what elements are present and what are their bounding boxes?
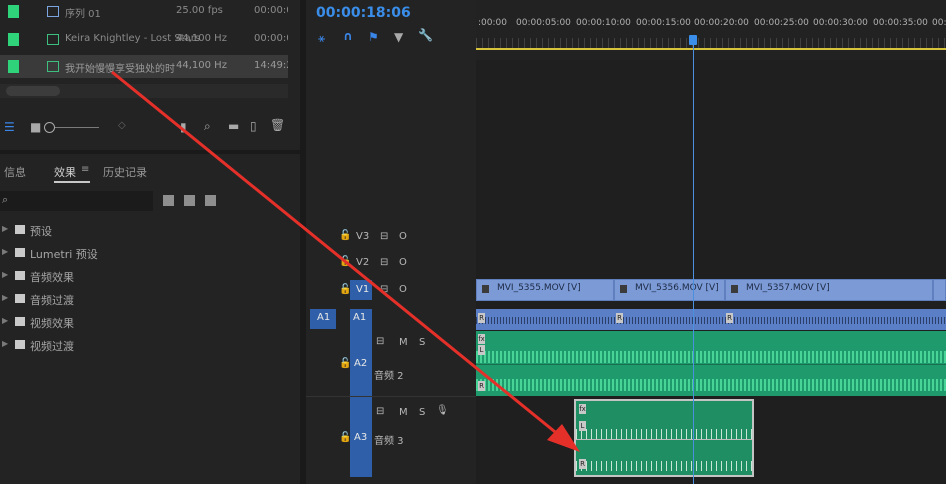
annotation-arrow	[111, 70, 580, 452]
